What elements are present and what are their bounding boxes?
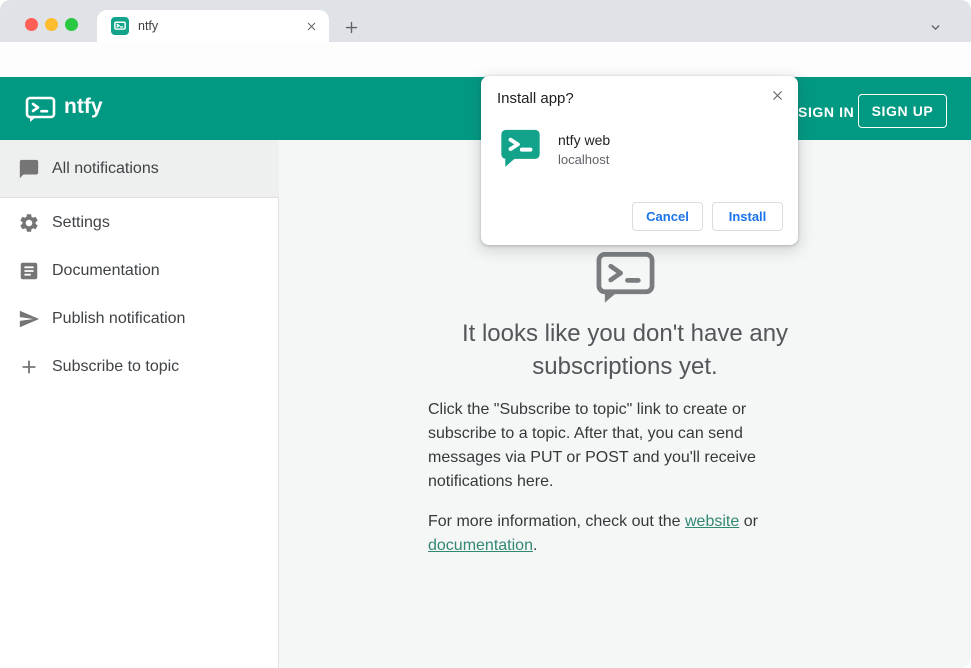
sidebar-item-all-notifications[interactable]: All notifications: [0, 140, 279, 198]
sidebar-item-label: Subscribe to topic: [52, 358, 180, 375]
new-tab-button[interactable]: [340, 16, 362, 38]
sidebar-item-settings[interactable]: Settings: [0, 199, 279, 247]
empty-state-paragraph-2: For more information, check out the webs…: [428, 510, 838, 558]
browser-toolbar: localhost: [0, 42, 971, 116]
dialog-app-name: ntfy web: [558, 132, 611, 148]
sidebar-item-label: Documentation: [52, 262, 160, 279]
article-icon: [18, 260, 40, 282]
heading-line-2: subscriptions yet.: [532, 353, 718, 380]
send-icon: [18, 308, 40, 330]
tab-search-chevron-down-icon[interactable]: [925, 17, 945, 37]
para2-prefix: For more information, check out the: [428, 513, 685, 530]
paragraph-line: subscribe to a topic. After that, you ca…: [428, 425, 743, 442]
empty-state-paragraph-1: Click the "Subscribe to topic" link to c…: [428, 398, 838, 494]
browser-window: ntfy localhost: [0, 0, 971, 668]
sidebar-item-publish-notification[interactable]: Publish notification: [0, 295, 279, 343]
dialog-close-icon[interactable]: [768, 86, 786, 104]
paragraph-line: Click the "Subscribe to topic" link to c…: [428, 401, 747, 418]
browser-tab[interactable]: ntfy: [97, 10, 329, 42]
close-window-button[interactable]: [25, 18, 38, 31]
sign-up-button[interactable]: SIGN UP: [858, 94, 947, 128]
paragraph-line: For more information, check out the webs…: [428, 510, 838, 534]
install-button[interactable]: Install: [712, 202, 783, 231]
empty-state-body: Click the "Subscribe to topic" link to c…: [428, 398, 838, 558]
ntfy-favicon-icon: [111, 17, 129, 35]
cancel-button[interactable]: Cancel: [632, 202, 703, 231]
zoom-window-button[interactable]: [65, 18, 78, 31]
ntfy-logo-icon: [25, 96, 56, 123]
sidebar-item-documentation[interactable]: Documentation: [0, 247, 279, 295]
dialog-title: Install app?: [497, 90, 574, 107]
empty-state-heading: It looks like you don't have any subscri…: [279, 317, 971, 383]
para2-middle: or: [739, 513, 758, 530]
plus-icon: [18, 356, 40, 378]
tab-strip: ntfy: [0, 0, 971, 42]
paragraph-line: documentation.: [428, 534, 838, 558]
chat-icon: [18, 158, 40, 180]
sidebar-item-label: Publish notification: [52, 310, 186, 327]
paragraph-line: messages via PUT or POST and you'll rece…: [428, 449, 756, 466]
sidebar-item-label: Settings: [52, 214, 110, 231]
sidebar: All notifications Settings Documentation…: [0, 140, 279, 668]
sidebar-item-subscribe-to-topic[interactable]: Subscribe to topic: [0, 343, 279, 391]
para2-suffix: .: [532, 537, 538, 554]
website-link[interactable]: website: [685, 513, 739, 530]
install-app-dialog: Install app? ntfy web localhost Cancel I…: [481, 76, 798, 245]
tab-title: ntfy: [138, 19, 159, 33]
gear-icon: [18, 212, 40, 234]
tab-close-icon[interactable]: [303, 18, 319, 34]
dialog-app-origin: localhost: [558, 152, 610, 167]
paragraph-line: notifications here.: [428, 473, 554, 490]
heading-line-1: It looks like you don't have any: [461, 320, 789, 347]
sidebar-item-label: All notifications: [52, 159, 159, 177]
ntfy-logo-gray-icon: [595, 250, 656, 306]
minimize-window-button[interactable]: [45, 18, 58, 31]
ntfy-app-icon: [500, 128, 541, 170]
documentation-link[interactable]: documentation: [428, 537, 533, 554]
app-title: ntfy: [64, 95, 103, 118]
sign-in-button[interactable]: SIGN IN: [792, 100, 860, 124]
